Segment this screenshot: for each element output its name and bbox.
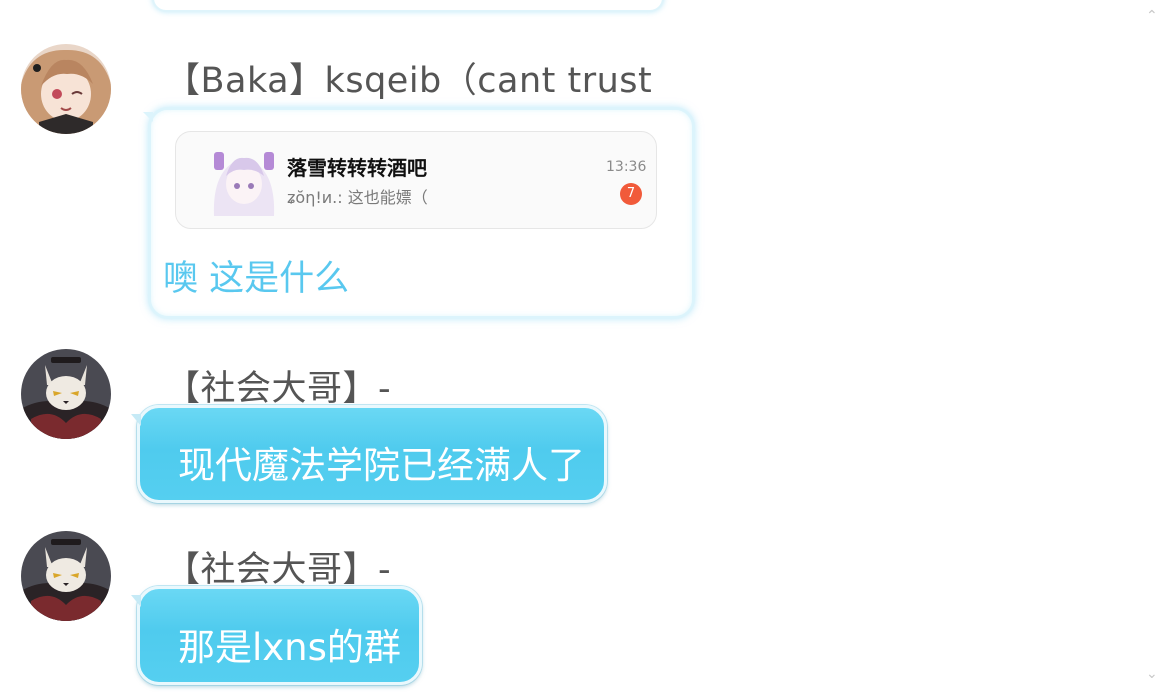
bubble-tail: [131, 414, 141, 426]
unread-badge: 7: [620, 183, 642, 205]
cat-mask-avatar-icon[interactable]: [21, 531, 111, 621]
message-text: 现代魔法学院已经满人了: [178, 444, 585, 487]
message-text: 那是lxns的群: [178, 626, 401, 669]
sender-name: 【社会大哥】-: [165, 550, 392, 590]
sender-name: 【Baka】ksqeib（cant trust: [165, 61, 653, 101]
edge-decoration-icon: ⌄: [1146, 666, 1155, 682]
bubble-tail: [143, 112, 153, 122]
message-text: 噢 这是什么: [163, 259, 350, 299]
anime-girl-avatar-icon[interactable]: [21, 44, 111, 134]
shared-chat-card[interactable]: 落雪转转转酒吧 ʑŏη!и.: 这也能嫖（ 13:36 7: [175, 131, 657, 229]
sender-name: 【社会大哥】-: [165, 369, 392, 409]
message-bubble[interactable]: 现代魔法学院已经满人了: [131, 405, 607, 503]
purple-haired-anime-avatar-icon: [208, 146, 280, 216]
card-chat-title: 落雪转转转酒吧: [287, 156, 427, 180]
card-message-preview: ʑŏη!и.: 这也能嫖（: [287, 188, 428, 207]
card-timestamp: 13:36: [606, 159, 647, 175]
previous-message-bubble[interactable]: [152, 0, 664, 12]
message-bubble[interactable]: 那是lxns的群: [131, 586, 422, 685]
bubble-tail: [131, 595, 141, 607]
cat-mask-avatar-icon[interactable]: [21, 349, 111, 439]
edge-decoration-icon: ⌃: [1146, 8, 1155, 24]
